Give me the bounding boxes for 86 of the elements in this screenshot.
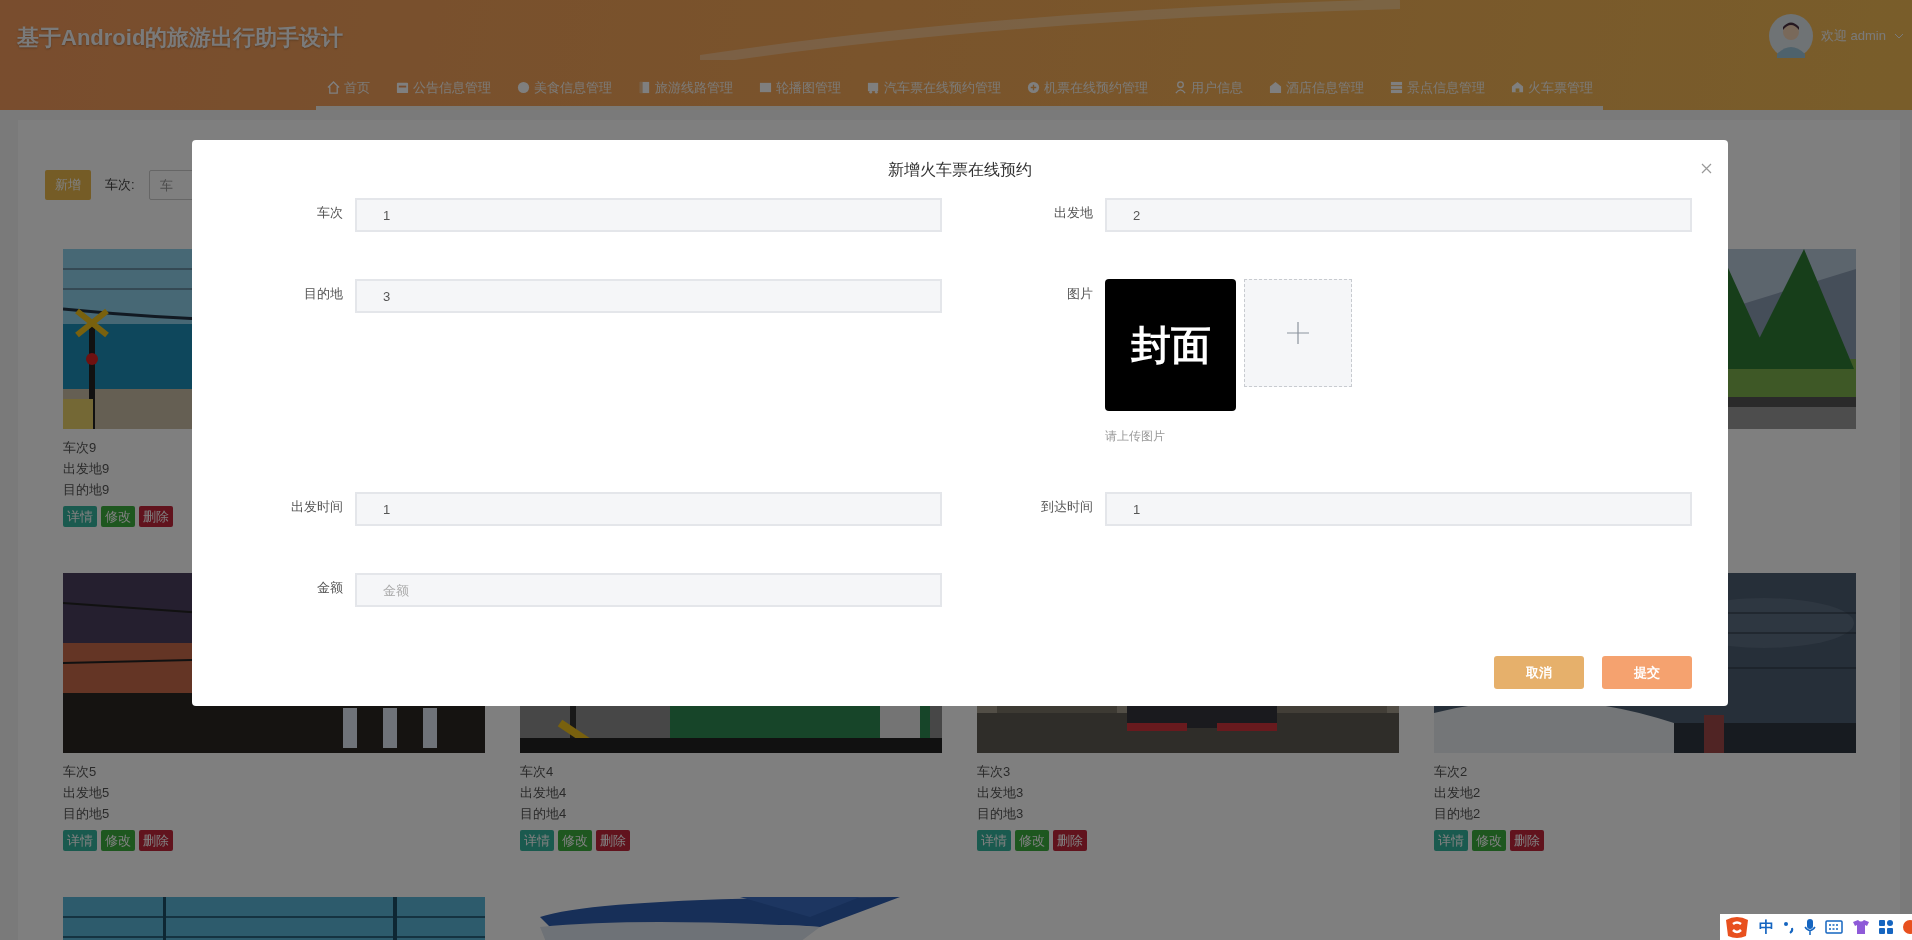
plus-circle-icon [1026, 81, 1040, 95]
input-field[interactable]: 1 [355, 198, 942, 232]
card-destination: 目的地2 [1434, 805, 1481, 823]
plus-icon [1287, 322, 1309, 344]
delete-button[interactable]: 删除 [139, 830, 173, 851]
card-origin: 出发地4 [520, 784, 567, 802]
close-icon[interactable] [1701, 163, 1712, 174]
detail-button[interactable]: 详情 [1434, 830, 1468, 851]
nav-link[interactable]: 机票在线预约管理 [1026, 74, 1148, 102]
card-origin: 出发地3 [977, 784, 1024, 802]
nav-link[interactable]: 首页 [326, 74, 370, 102]
nav-link[interactable]: 公告信息管理 [395, 74, 491, 102]
microphone-icon[interactable] [1804, 918, 1816, 936]
nav-link[interactable]: 景点信息管理 [1389, 74, 1485, 102]
shirt-icon[interactable] [1852, 919, 1870, 935]
list-icon [1389, 81, 1403, 95]
card-destination: 目的地3 [977, 805, 1024, 823]
bus-icon [866, 81, 880, 95]
card-title: 车次5 [63, 763, 97, 781]
nav-link[interactable]: 酒店信息管理 [1268, 74, 1364, 102]
edit-button[interactable]: 修改 [558, 830, 592, 851]
input-field[interactable]: 2 [1105, 198, 1692, 232]
search-label: 车次: [105, 176, 135, 195]
edit-button[interactable]: 修改 [1472, 830, 1506, 851]
field-label: 目的地 [303, 285, 343, 303]
mascot-icon[interactable] [1902, 920, 1912, 934]
card-destination: 目的地4 [520, 805, 567, 823]
nav-link[interactable]: 轮播图管理 [758, 74, 841, 102]
detail-button[interactable]: 详情 [63, 506, 97, 527]
grid-icon[interactable] [1879, 920, 1893, 934]
punctuation-icon[interactable] [1783, 920, 1795, 934]
card-title: 车次2 [1434, 763, 1468, 781]
field-label: 出发地 [1053, 204, 1093, 222]
nav-link[interactable]: 美食信息管理 [516, 74, 612, 102]
field-label: 到达时间 [1040, 498, 1093, 516]
image-icon [758, 81, 772, 95]
card-origin: 出发地9 [63, 460, 110, 478]
card-origin: 出发地5 [63, 784, 110, 802]
nav-link[interactable]: 汽车票在线预约管理 [866, 74, 1001, 102]
user-icon [1173, 81, 1187, 95]
input-field[interactable]: 金额 [355, 573, 942, 607]
cancel-button[interactable]: 取消 [1494, 656, 1584, 689]
card-title: 车次4 [520, 763, 554, 781]
cover-text: 封面 [1130, 321, 1211, 370]
ime-logo-icon[interactable] [1724, 916, 1750, 938]
input-field[interactable]: 1 [1105, 492, 1692, 526]
edit-button[interactable]: 修改 [101, 830, 135, 851]
edit-button[interactable]: 修改 [101, 506, 135, 527]
notice-icon [395, 81, 409, 95]
delete-button[interactable]: 删除 [139, 506, 173, 527]
card-title: 车次9 [63, 439, 97, 457]
field-label: 出发时间 [290, 498, 343, 516]
site-title: 基于Android的旅游出行助手设计 [17, 24, 344, 52]
add-button[interactable]: 新增 [45, 170, 91, 200]
keyboard-icon[interactable] [1825, 920, 1843, 934]
book-icon [637, 81, 651, 95]
delete-button[interactable]: 删除 [1510, 830, 1544, 851]
card-origin: 出发地2 [1434, 784, 1481, 802]
edit-button[interactable]: 修改 [1015, 830, 1049, 851]
cover-thumbnail[interactable]: 封面 [1105, 279, 1236, 411]
field-label: 图片 [1066, 285, 1093, 303]
nav-link[interactable]: 用户信息 [1173, 74, 1243, 102]
input-field[interactable]: 1 [355, 492, 942, 526]
nav-link[interactable]: 火车票管理 [1510, 74, 1593, 102]
input-mode-label[interactable]: 中 [1759, 915, 1774, 939]
home-icon [326, 81, 340, 95]
card-destination: 目的地9 [63, 481, 110, 499]
card-destination: 目的地5 [63, 805, 110, 823]
upload-hint: 请上传图片 [1105, 428, 1165, 445]
field-label: 车次 [316, 204, 343, 222]
field-label: 金额 [316, 579, 343, 597]
detail-button[interactable]: 详情 [520, 830, 554, 851]
nav-link[interactable]: 旅游线路管理 [637, 74, 733, 102]
detail-button[interactable]: 详情 [63, 830, 97, 851]
dialog-title: 新增火车票在线预约 [888, 160, 1032, 180]
user-greeting[interactable]: 欢迎 admin [1820, 26, 1886, 46]
input-field[interactable]: 3 [355, 279, 942, 313]
delete-button[interactable]: 删除 [596, 830, 630, 851]
submit-button[interactable]: 提交 [1602, 656, 1692, 689]
house-icon [1510, 81, 1524, 95]
delete-button[interactable]: 删除 [1053, 830, 1087, 851]
card-title: 车次3 [977, 763, 1011, 781]
house-icon [1268, 81, 1282, 95]
detail-button[interactable]: 详情 [977, 830, 1011, 851]
avatar-icon[interactable] [1768, 14, 1813, 58]
circle-icon [516, 81, 530, 95]
